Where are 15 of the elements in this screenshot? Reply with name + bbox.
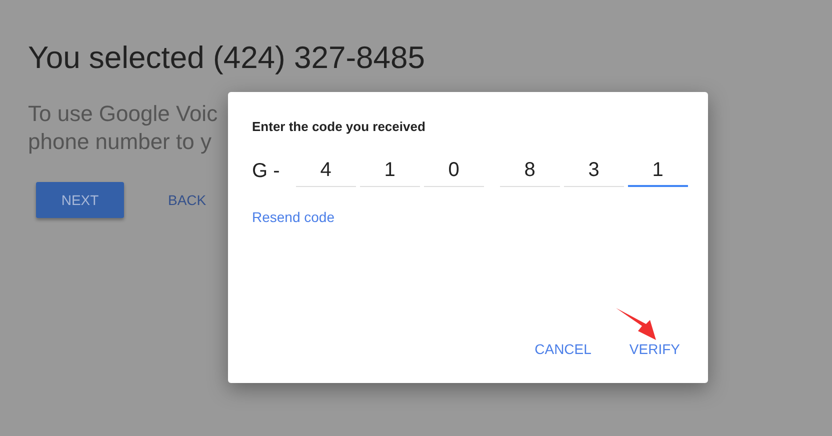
resend-link[interactable]: Resend code bbox=[252, 209, 335, 225]
annotation-arrow bbox=[614, 306, 658, 342]
description-text: To use Google Voic bbox=[28, 100, 218, 128]
verify-button[interactable]: VERIFY bbox=[617, 331, 692, 367]
digit-field[interactable]: 1 bbox=[360, 156, 420, 187]
code-prefix: G - bbox=[252, 159, 280, 184]
dialog-heading: Enter the code you received bbox=[252, 119, 426, 134]
cancel-button[interactable]: CANCEL bbox=[522, 331, 604, 367]
digit-field[interactable]: 3 bbox=[564, 156, 624, 187]
digit-field[interactable]: 4 bbox=[296, 156, 356, 187]
digit-field[interactable]: 0 bbox=[424, 156, 484, 187]
digit-field[interactable]: 8 bbox=[500, 156, 560, 187]
page-title: You selected (424) 327-8485 bbox=[28, 39, 426, 77]
description-text: phone number to y bbox=[28, 128, 212, 156]
digit-field[interactable]: 1 bbox=[628, 156, 688, 187]
